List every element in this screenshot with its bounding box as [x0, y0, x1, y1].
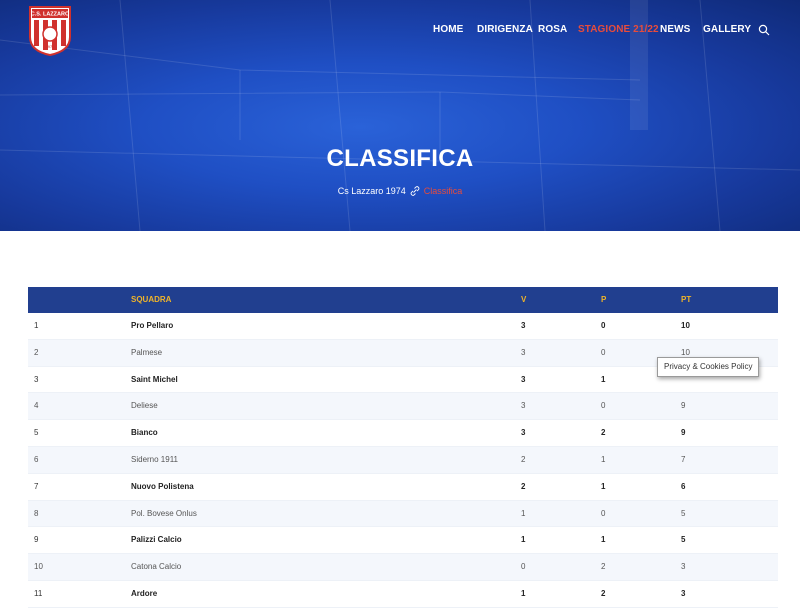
- row-team: Bianco: [131, 428, 158, 438]
- row-p: 0: [601, 508, 606, 518]
- nav-home[interactable]: HOME: [433, 24, 463, 35]
- nav-dirigenza[interactable]: DIRIGENZA: [477, 24, 533, 35]
- page-title: CLASSIFICA: [326, 145, 474, 172]
- svg-text:1974: 1974: [46, 44, 56, 49]
- standings-table: SQUADRA V P PT 1 Pro Pellaro 3 0 10 2 Palmese 3…: [28, 287, 778, 608]
- row-position: 11: [34, 588, 43, 598]
- table-row: 4 Deliese 3 0 9: [28, 393, 778, 421]
- row-v: 3: [521, 347, 526, 357]
- row-v: 3: [521, 401, 526, 411]
- row-pt: 3: [681, 588, 686, 598]
- row-position: 1: [34, 321, 39, 330]
- row-v: 3: [521, 321, 526, 330]
- row-team: Catona Calcio: [131, 562, 182, 572]
- row-team: Pro Pellaro: [131, 321, 174, 330]
- row-pt: 3: [681, 562, 686, 572]
- row-position: 8: [34, 508, 39, 518]
- row-team: Nuovo Polistena: [131, 481, 194, 491]
- breadcrumb-current: Classifica: [423, 186, 463, 196]
- row-pt: 10: [681, 321, 690, 330]
- row-position: 9: [34, 535, 39, 545]
- nav-rosa[interactable]: ROSA: [538, 24, 567, 35]
- row-position: 10: [34, 562, 43, 572]
- row-v: 3: [521, 374, 526, 384]
- row-pt: 6: [681, 481, 686, 491]
- row-v: 1: [521, 588, 526, 598]
- row-position: 5: [34, 428, 39, 438]
- row-position: 3: [34, 374, 39, 384]
- row-position: 6: [34, 454, 39, 464]
- row-v: 3: [521, 428, 526, 438]
- row-team: Ardore: [131, 588, 158, 598]
- row-p: 0: [601, 401, 606, 411]
- table-header: SQUADRA V P PT: [28, 287, 778, 313]
- table-row: 1 Pro Pellaro 3 0 10: [28, 313, 778, 340]
- row-v: 2: [521, 454, 526, 464]
- col-p: P: [601, 295, 607, 304]
- row-team: Palizzi Calcio: [131, 535, 182, 545]
- row-pt: 9: [681, 428, 686, 438]
- row-position: 4: [34, 401, 39, 411]
- main-nav: HOME DIRIGENZA ROSA STAGIONE 21/22 NEWS …: [0, 24, 800, 38]
- table-row: 5 Bianco 3 2 9: [28, 420, 778, 447]
- table-row: 6 Siderno 1911 2 1 7: [28, 446, 778, 474]
- table-row: 10 Catona Calcio 0 2 3: [28, 554, 778, 581]
- row-position: 2: [34, 347, 39, 357]
- row-p: 2: [601, 428, 606, 438]
- row-pt: 5: [681, 508, 686, 518]
- row-v: 0: [521, 562, 526, 572]
- row-team: Siderno 1911: [131, 454, 178, 464]
- link-icon: [410, 186, 420, 196]
- breadcrumb-home[interactable]: Cs Lazzaro 1974: [338, 186, 406, 196]
- nav-gallery[interactable]: GALLERY: [703, 24, 751, 35]
- row-v: 2: [521, 481, 526, 491]
- row-team: Deliese: [131, 401, 158, 411]
- search-icon[interactable]: [758, 24, 770, 36]
- col-squadra: SQUADRA: [131, 295, 172, 304]
- table-row: 9 Palizzi Calcio 1 1 5: [28, 527, 778, 555]
- nav-news[interactable]: NEWS: [660, 24, 690, 35]
- row-position: 7: [34, 481, 39, 491]
- row-p: 2: [601, 588, 606, 598]
- table-row: 8 Pol. Bovese Onlus 1 0 5: [28, 500, 778, 528]
- col-pt: PT: [681, 295, 692, 304]
- svg-text:C.S. LAZZARO: C.S. LAZZARO: [31, 12, 70, 18]
- row-p: 0: [601, 321, 606, 330]
- privacy-cookies-tooltip[interactable]: Privacy & Cookies Policy: [657, 357, 760, 377]
- row-team: Palmese: [131, 347, 163, 357]
- row-p: 1: [601, 374, 606, 384]
- row-pt: 7: [681, 454, 686, 464]
- row-p: 2: [601, 562, 606, 572]
- row-p: 1: [601, 535, 606, 545]
- row-p: 0: [601, 347, 606, 357]
- nav-stagione[interactable]: STAGIONE 21/22: [578, 24, 659, 35]
- row-p: 1: [601, 454, 606, 464]
- row-p: 1: [601, 481, 606, 491]
- table-row: 7 Nuovo Polistena 2 1 6: [28, 474, 778, 501]
- row-v: 1: [521, 508, 526, 518]
- table-row: 11 Ardore 1 2 3: [28, 581, 778, 608]
- breadcrumb: Cs Lazzaro 1974 Classifica: [0, 186, 800, 196]
- row-team: Saint Michel: [131, 374, 178, 384]
- row-team: Pol. Bovese Onlus: [131, 508, 197, 518]
- row-v: 1: [521, 535, 526, 545]
- hero-banner: C.S. LAZZARO 1974 HOME DIRIGENZA ROSA ST…: [0, 0, 800, 231]
- col-v: V: [521, 295, 527, 304]
- row-pt: 5: [681, 535, 686, 545]
- row-pt: 9: [681, 401, 686, 411]
